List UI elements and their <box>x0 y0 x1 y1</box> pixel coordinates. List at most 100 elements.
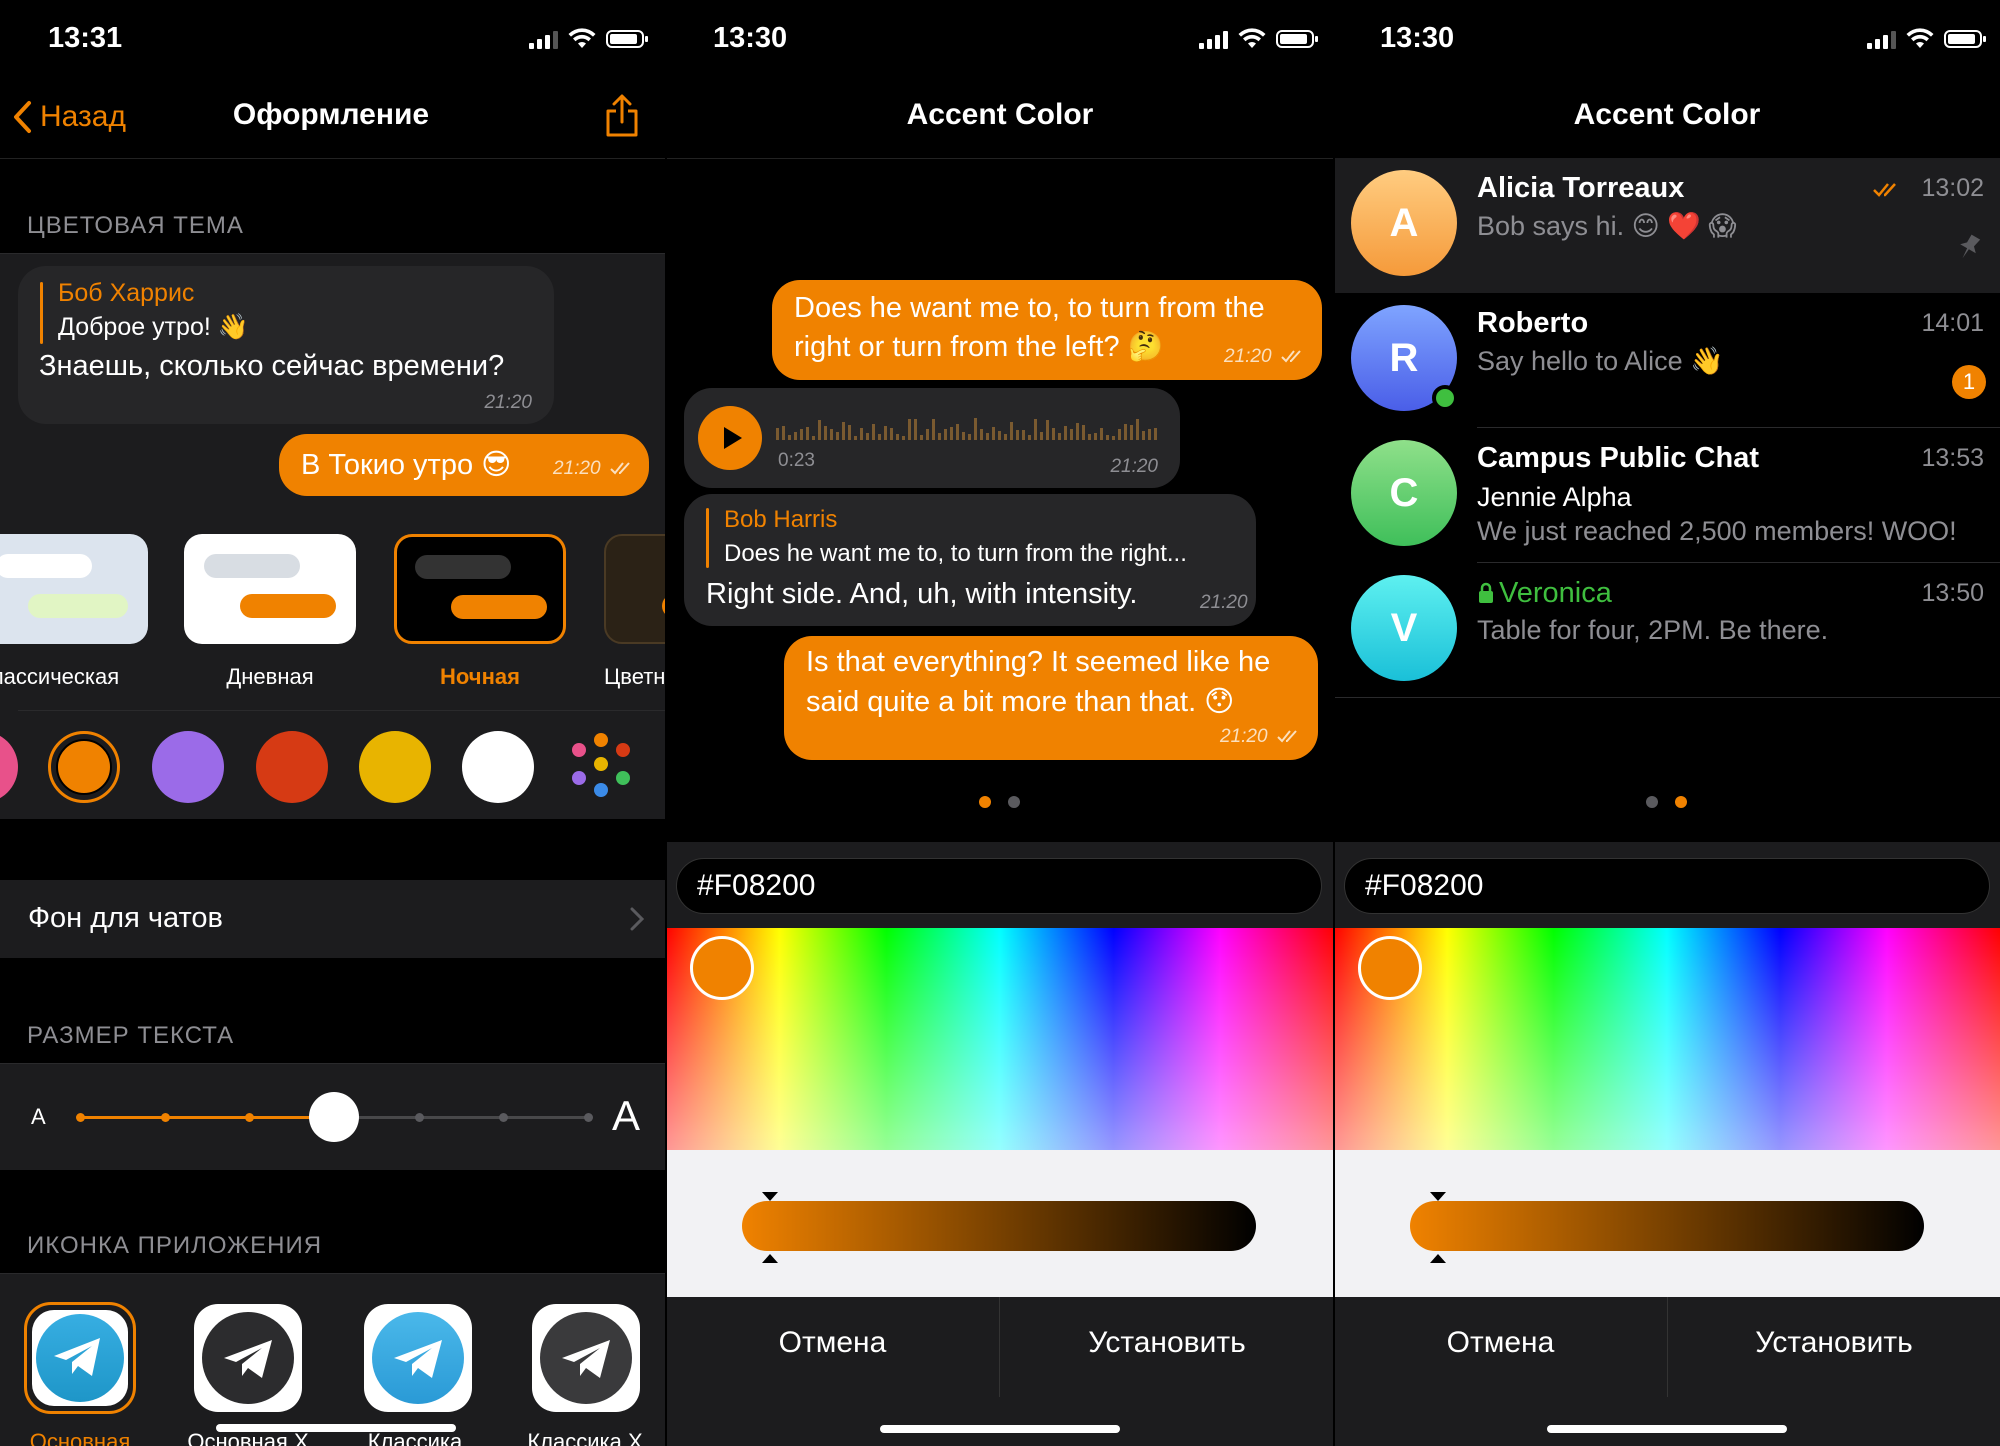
theme-thumb-day[interactable] <box>184 534 356 644</box>
message-time: 21:20 <box>1224 346 1272 367</box>
color-swatch-white[interactable] <box>462 731 534 803</box>
set-button[interactable]: Установить <box>1000 1297 1334 1397</box>
slider-stop <box>584 1113 593 1122</box>
nav-bar: Accent Color <box>1334 80 2000 159</box>
chevron-right-icon <box>630 907 644 931</box>
cancel-button[interactable]: Отмена <box>1334 1297 1667 1397</box>
theme-label: Цветн <box>604 664 666 689</box>
page-title: Accent Color <box>906 98 1094 131</box>
theme-label: Ночная <box>440 664 520 689</box>
theme-group: Боб Харрис Доброе утро! 👋 Знаешь, скольк… <box>0 253 666 819</box>
page-title: Оформление <box>232 98 430 131</box>
app-icon-option[interactable] <box>364 1304 472 1412</box>
page-dot[interactable] <box>1646 796 1658 808</box>
theme-thumb-classic[interactable] <box>0 534 148 644</box>
text-size-group: A A <box>0 1063 666 1170</box>
slider-stop <box>160 1113 170 1122</box>
theme-thumb-colored[interactable] <box>604 534 666 644</box>
hex-color-input[interactable]: #F08200 <box>1344 858 1990 914</box>
spectrum-marker[interactable] <box>1358 936 1422 1000</box>
chat-row[interactable]: V Veronica Table for four, 2PM. Be there… <box>1334 563 2000 698</box>
chat-time: 13:50 <box>1921 579 1984 607</box>
double-check-icon <box>1281 350 1301 363</box>
chat-message: Say hello to Alice 👋 <box>1477 346 1724 376</box>
voice-waveform[interactable] <box>776 416 1160 442</box>
theme-thumb-night[interactable] <box>394 534 566 644</box>
brightness-slider[interactable] <box>1410 1201 1924 1251</box>
color-swatch-pink[interactable] <box>0 731 18 803</box>
share-icon[interactable] <box>604 94 640 138</box>
status-bar: 13:31 <box>0 0 666 80</box>
battery-icon <box>606 30 648 48</box>
color-swatch-orange-selected[interactable] <box>48 731 120 803</box>
spectrum-marker[interactable] <box>690 936 754 1000</box>
telegram-logo-icon <box>202 1312 294 1404</box>
outgoing-message-bubble: Does he want me to, to turn from the rig… <box>772 280 1322 380</box>
play-button[interactable] <box>698 406 762 470</box>
page-title: Accent Color <box>1573 98 1761 131</box>
chat-name: Alicia Torreaux <box>1477 172 1685 204</box>
chat-message: Bob says hi. 😊 ❤️ 😱 <box>1477 211 1737 241</box>
home-indicator <box>1547 1425 1787 1433</box>
app-icon-option-selected[interactable] <box>24 1302 136 1414</box>
home-indicator <box>216 1424 456 1432</box>
preview-incoming-bubble: Боб Харрис Доброе утро! 👋 Знаешь, скольк… <box>18 266 554 424</box>
telegram-logo-icon <box>372 1312 464 1404</box>
voice-duration: 0:23 <box>778 450 815 471</box>
avatar: A <box>1351 170 1457 276</box>
avatar: C <box>1351 440 1457 546</box>
slider-stop <box>414 1113 424 1122</box>
chat-row[interactable]: C Campus Public Chat Jennie Alpha We jus… <box>1334 428 2000 563</box>
slider-thumb[interactable] <box>309 1092 359 1142</box>
signal-icon <box>529 29 558 49</box>
chat-row[interactable]: R Roberto Say hello to Alice 👋 14:01 1 <box>1334 293 2000 428</box>
page-dot-active[interactable] <box>979 796 991 808</box>
wifi-icon <box>1906 28 1934 48</box>
voice-message-bubble: 0:23 21:20 <box>684 388 1180 488</box>
chat-message: Table for four, 2PM. Be there. <box>1477 615 1829 645</box>
status-bar: 13:30 <box>1334 0 2000 80</box>
text-size-small-label: A <box>31 1104 46 1129</box>
reply-sender: Bob Harris <box>724 506 838 533</box>
color-swatch-yellow[interactable] <box>359 731 431 803</box>
chat-sender: Jennie Alpha <box>1477 482 1632 512</box>
reply-sender: Боб Харрис <box>58 279 195 307</box>
status-indicators <box>1199 28 1318 50</box>
page-dot-active[interactable] <box>1675 796 1687 808</box>
set-button[interactable]: Установить <box>1668 1297 2000 1397</box>
color-swatch-purple[interactable] <box>152 731 224 803</box>
nav-bar: Accent Color <box>666 80 1334 159</box>
accent-color-panel-messages: 13:30 Accent Color Does he want me to, t… <box>666 0 1334 1446</box>
lock-icon <box>1479 582 1493 603</box>
app-icon-option[interactable] <box>532 1304 640 1412</box>
divider <box>18 710 666 711</box>
play-icon <box>724 427 742 449</box>
page-dot[interactable] <box>1008 796 1020 808</box>
brightness-slider[interactable] <box>742 1201 1256 1251</box>
app-icon-group: Основная Основная Х Классика Классика Х <box>0 1273 666 1446</box>
chat-time: 13:53 <box>1921 444 1984 472</box>
chat-name: Veronica <box>1499 577 1612 609</box>
hex-color-input[interactable]: #F08200 <box>676 858 1322 914</box>
text-size-section-header: РАЗМЕР ТЕКСТА <box>27 1022 235 1049</box>
chat-time: 13:02 <box>1921 174 1984 202</box>
message-time: 21:20 <box>553 458 601 479</box>
status-time: 13:30 <box>1380 22 1455 54</box>
message-line: said quite a bit more than that. 😯 <box>806 686 1235 718</box>
color-swatch-red[interactable] <box>256 731 328 803</box>
chat-message: We just reached 2,500 members! WOO! <box>1477 516 1957 546</box>
status-indicators <box>529 28 648 50</box>
custom-color-icon[interactable] <box>564 731 636 803</box>
telegram-logo-icon <box>36 1314 124 1402</box>
chat-background-row[interactable]: Фон для чатов <box>0 880 666 958</box>
chat-row-pinned[interactable]: A Alicia Torreaux Bob says hi. 😊 ❤️ 😱 13… <box>1334 158 2000 293</box>
cancel-button[interactable]: Отмена <box>666 1297 999 1397</box>
message-time: 21:20 <box>1110 456 1158 477</box>
app-icon-option[interactable] <box>194 1304 302 1412</box>
theme-label: лассическая <box>0 664 120 689</box>
reply-bar <box>40 282 43 344</box>
text-size-slider[interactable] <box>76 1092 593 1142</box>
message-text: Right side. And, uh, with intensity. <box>706 578 1138 610</box>
chat-name: Campus Public Chat <box>1477 442 1759 474</box>
panel-separator <box>665 0 667 1446</box>
